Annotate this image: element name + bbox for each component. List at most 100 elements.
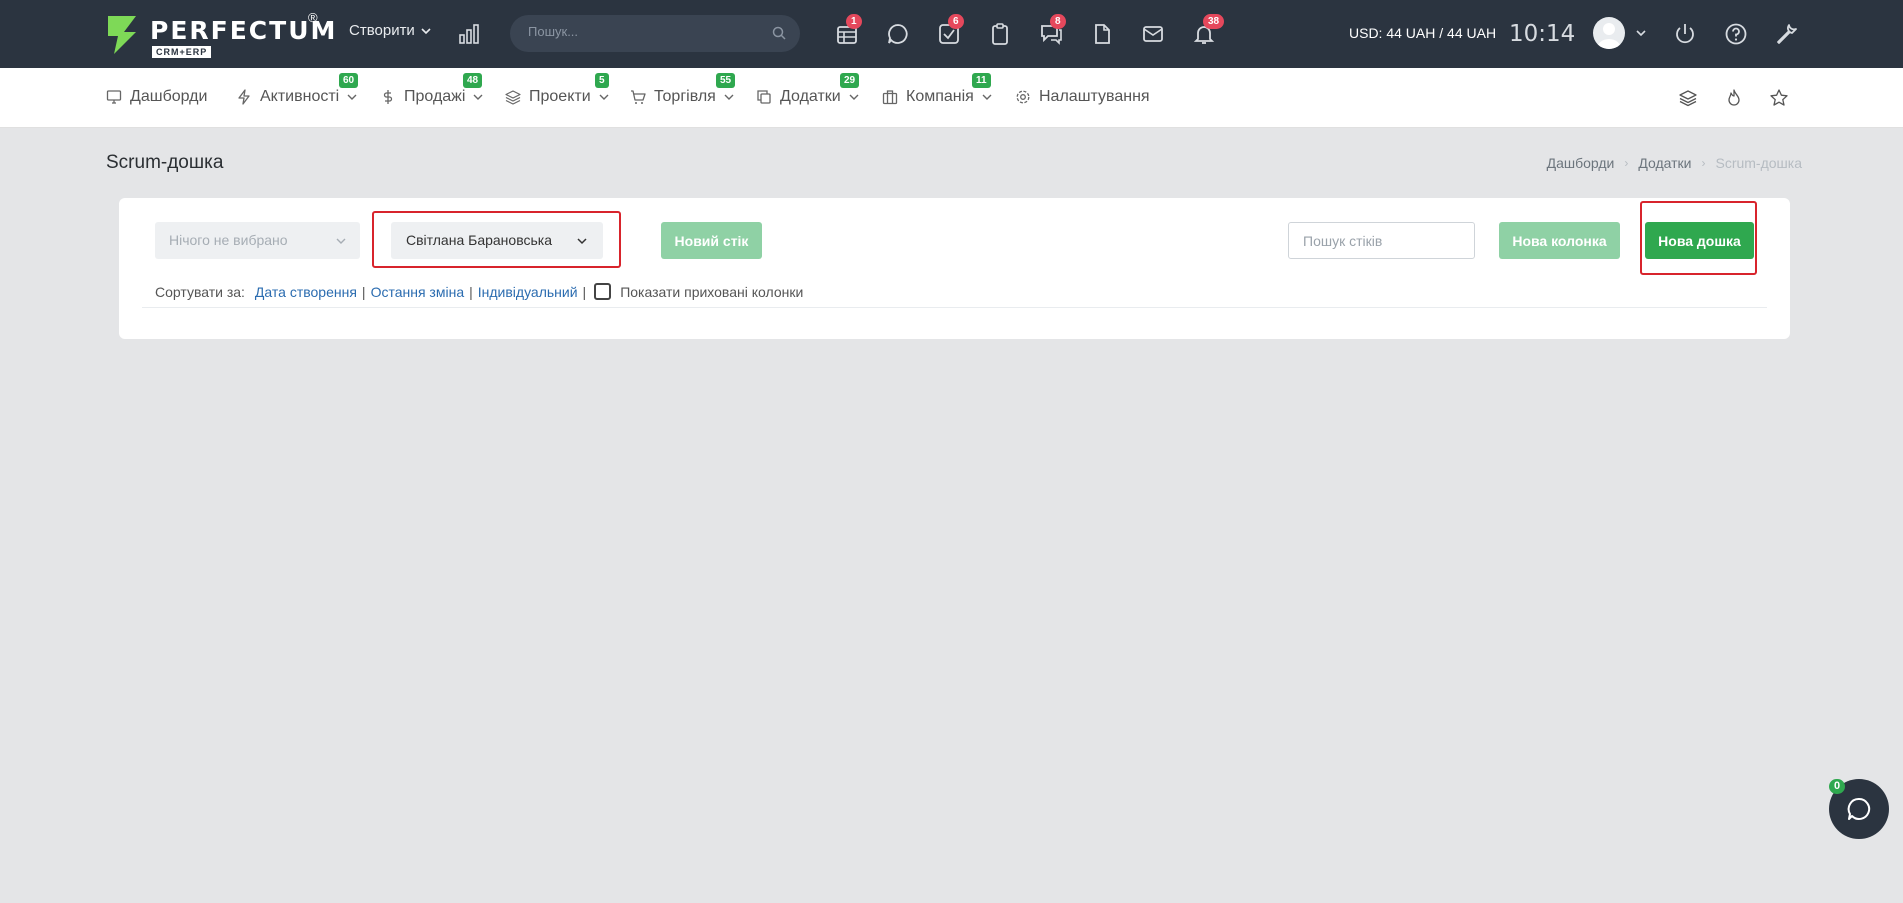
show-hidden-columns-label[interactable]: Показати приховані колонки [620, 284, 803, 300]
global-search-input[interactable] [528, 24, 758, 39]
briefcase-icon [882, 90, 898, 105]
chevron-down-icon [724, 94, 734, 100]
nav-item-trade[interactable]: Торгівля 55 [630, 73, 736, 106]
board-select[interactable]: Нічого не вибрано [155, 222, 360, 259]
breadcrumb-separator: › [1701, 156, 1706, 170]
chevron-down-icon [473, 94, 483, 100]
nav-item-label: Компанія [906, 88, 974, 105]
nav-item-company[interactable]: Компанія 11 [882, 73, 992, 106]
clipboard-button[interactable] [988, 22, 1012, 46]
layers-icon [505, 90, 521, 105]
help-button[interactable] [1724, 22, 1748, 46]
nav-item-label: Додатки [780, 88, 841, 105]
logo-mark-icon [108, 16, 136, 54]
user-select-value: Світлана Барановська [406, 232, 552, 248]
sort-separator: | [361, 283, 366, 300]
nav-badge: 48 [463, 73, 483, 88]
nav-item-addons[interactable]: Додатки 29 [756, 73, 860, 106]
nav-item-label: Торгівля [654, 88, 716, 105]
chevron-down-icon [421, 27, 431, 34]
documents-button[interactable] [1090, 22, 1114, 46]
logo[interactable]: PERFECTUM ® CRM+ERP [106, 10, 335, 58]
user-avatar-icon [1597, 23, 1621, 49]
logo-subtitle: CRM+ERP [152, 46, 212, 58]
nav-item-label: Проекти [529, 88, 591, 105]
chat-icon [1847, 797, 1871, 820]
settings-tools-button[interactable] [1775, 22, 1799, 46]
lightning-icon [238, 89, 250, 105]
layers-icon[interactable] [1678, 88, 1698, 108]
user-select[interactable]: Світлана Барановська [391, 222, 603, 259]
mail-icon [1143, 26, 1163, 42]
nav-item-label: Дашборди [130, 88, 208, 105]
currency-rate: USD: 44 UAH / 44 UAH [1349, 25, 1497, 41]
new-board-button[interactable]: Нова дошка [1645, 222, 1754, 259]
global-search[interactable] [510, 15, 800, 52]
nav-item-label: Активності [260, 88, 340, 105]
sort-label: Сортувати за: [155, 283, 245, 300]
calendar-button[interactable]: 1 [835, 14, 862, 46]
notifications-badge: 38 [1203, 14, 1225, 29]
sticker-search-input[interactable] [1288, 222, 1475, 259]
sort-by-modified[interactable]: Остання зміна [371, 284, 465, 300]
top-bar: PERFECTUM ® CRM+ERP Створити 1 6 8 [0, 0, 1903, 68]
notifications-button[interactable]: 38 [1192, 14, 1225, 46]
nav-badge: 55 [716, 73, 736, 88]
sort-separator: | [582, 283, 587, 300]
mail-button[interactable] [1141, 22, 1165, 46]
star-icon[interactable] [1769, 88, 1789, 108]
clipboard-icon [992, 23, 1008, 45]
messages-button[interactable] [886, 22, 910, 46]
board-select-value: Нічого не вибрано [169, 232, 288, 248]
nav-item-label: Продажі [404, 88, 466, 105]
chevron-down-icon [982, 94, 992, 100]
search-icon[interactable] [772, 26, 786, 40]
create-label: Створити [349, 22, 415, 39]
nav-badge: 60 [339, 73, 359, 88]
monitor-icon [106, 90, 122, 104]
gear-icon [1016, 90, 1030, 104]
nav-item-dashboards[interactable]: Дашборди [106, 88, 207, 106]
create-dropdown[interactable]: Створити [349, 22, 431, 39]
new-column-button[interactable]: Нова колонка [1499, 222, 1620, 259]
fire-icon[interactable] [1724, 88, 1744, 108]
copy-icon [757, 90, 771, 104]
bar-chart-icon[interactable] [458, 23, 480, 45]
breadcrumb-separator: › [1624, 156, 1629, 170]
sort-separator: | [469, 283, 473, 300]
scrum-board-panel [119, 198, 1790, 339]
avatar[interactable] [1593, 17, 1625, 49]
chevron-down-icon [849, 94, 859, 100]
tasks-button[interactable]: 6 [937, 14, 964, 46]
calendar-badge: 1 [846, 14, 862, 29]
clock: 10:14 [1509, 21, 1576, 47]
nav-badge: 11 [972, 73, 991, 88]
show-hidden-columns-checkbox[interactable] [594, 283, 612, 300]
file-icon [1095, 24, 1110, 44]
dollar-icon [383, 90, 393, 104]
nav-badge: 29 [840, 73, 860, 88]
power-button[interactable] [1673, 22, 1697, 46]
chat-badge: 8 [1050, 14, 1066, 29]
help-circle-icon [1725, 23, 1747, 45]
chevron-down-icon [577, 238, 587, 245]
breadcrumb-current: Scrum-дошка [1715, 155, 1802, 171]
nav-item-projects[interactable]: Проекти 5 [505, 73, 609, 106]
breadcrumb-addons[interactable]: Додатки [1638, 155, 1691, 171]
nav-item-activities[interactable]: Активності 60 [236, 73, 359, 106]
chevron-down-icon[interactable] [1635, 27, 1647, 39]
tasks-badge: 6 [948, 14, 964, 29]
sort-individual[interactable]: Індивідуальний [478, 284, 578, 300]
logo-registered: ® [308, 10, 318, 25]
sort-by-created[interactable]: Дата створення [255, 284, 357, 300]
chat-button[interactable]: 8 [1039, 14, 1066, 46]
new-sticker-button[interactable]: Новий стік [661, 222, 762, 259]
nav-item-sales[interactable]: Продажі 48 [380, 73, 483, 106]
main-navigation: Дашборди Активності 60 Продажі 48 Проект… [0, 68, 1903, 128]
panel-divider [142, 307, 1767, 308]
live-chat-badge: 0 [1829, 779, 1846, 794]
nav-item-settings[interactable]: Налаштування [1015, 88, 1150, 106]
nav-item-label: Налаштування [1039, 88, 1150, 105]
breadcrumb-dashboards[interactable]: Дашборди [1547, 155, 1615, 171]
nav-badge: 5 [595, 73, 609, 88]
